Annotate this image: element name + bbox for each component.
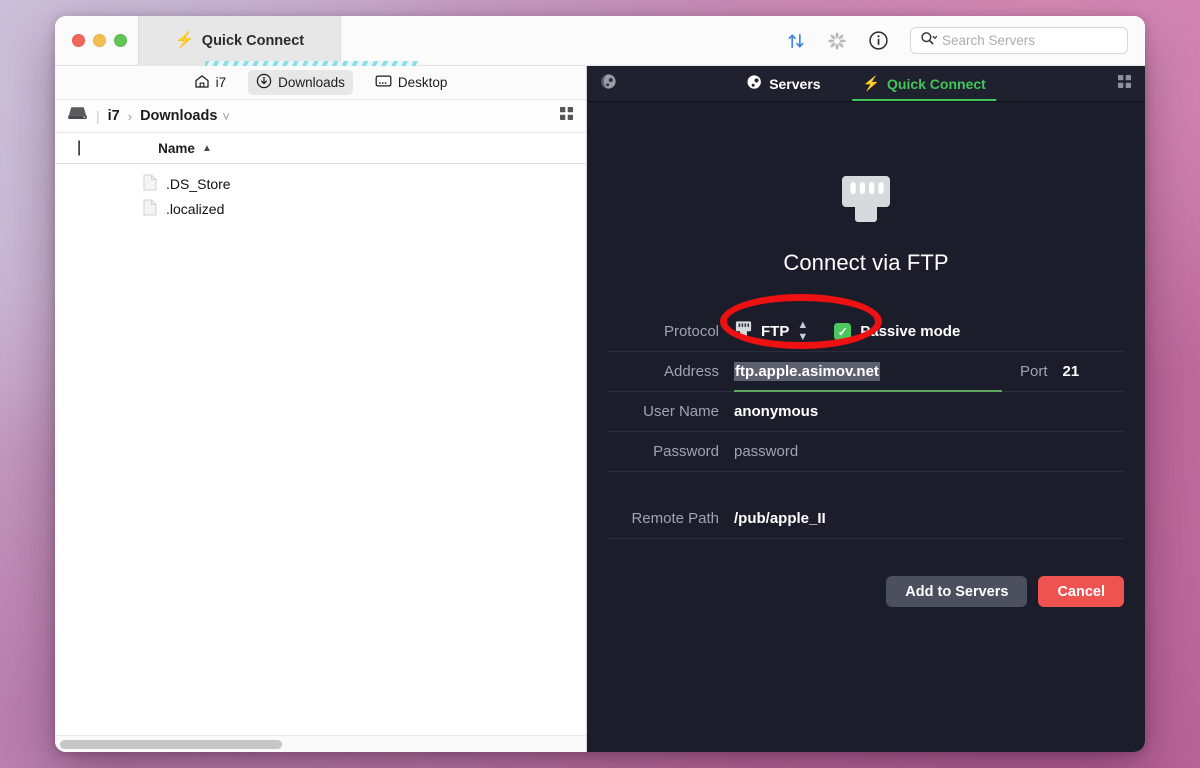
- stepper-updown-icon[interactable]: ▲ ▼: [797, 320, 808, 343]
- window-body: i7 Downloads Desktop | i7 › Downloads ˅ …: [55, 66, 1145, 752]
- breadcrumb: | i7 › Downloads ˅: [55, 100, 586, 133]
- close-button[interactable]: [72, 34, 85, 47]
- favorite-item-downloads[interactable]: Downloads: [248, 70, 353, 95]
- tab-label: Quick Connect: [887, 75, 986, 92]
- page-title: Connect via FTP: [783, 250, 949, 275]
- address-wrapper: ftp.apple.asimov.net Port 21: [734, 352, 1124, 392]
- breadcrumb-current[interactable]: Downloads ˅: [140, 108, 230, 124]
- add-to-servers-button[interactable]: Add to Servers: [886, 576, 1028, 607]
- tab-quick-connect[interactable]: ⚡ Quick Connect: [852, 66, 997, 102]
- favorite-label: i7: [215, 75, 227, 90]
- address-input[interactable]: ftp.apple.asimov.net: [734, 352, 1002, 392]
- ethernet-jack-icon: [734, 320, 753, 343]
- form-spacer: [608, 472, 1124, 499]
- checkbox-checked-icon: ✓: [834, 323, 852, 340]
- favorite-label: Downloads: [278, 75, 345, 90]
- protocol-dropdown[interactable]: FTP ▲ ▼: [734, 320, 808, 343]
- download-circle-icon: [256, 73, 272, 92]
- form-buttons: Add to Servers Cancel: [608, 576, 1124, 607]
- username-label: User Name: [643, 403, 719, 420]
- column-divider: |: [77, 139, 82, 156]
- protocol-label: Protocol: [663, 323, 719, 340]
- form-row-password: Password password: [608, 432, 1124, 472]
- remote-tabs: Servers ⚡ Quick Connect: [736, 66, 997, 102]
- username-input[interactable]: anonymous: [734, 403, 818, 420]
- favorite-item-desktop[interactable]: Desktop: [367, 71, 456, 94]
- tab-servers[interactable]: Servers: [736, 66, 830, 102]
- list-item[interactable]: .localized: [55, 196, 586, 221]
- list-item[interactable]: .DS_Store: [55, 171, 586, 196]
- address-label: Address: [663, 363, 719, 380]
- passive-mode-checkbox[interactable]: ✓ Passive mode: [834, 323, 960, 340]
- file-name: .localized: [166, 200, 225, 217]
- remote-path-label: Remote Path: [631, 510, 719, 527]
- breadcrumb-root[interactable]: i7: [108, 108, 120, 124]
- quick-connect-pane: Connect via FTP Protocol FTP ▲ ▼ ✓ Passi…: [587, 102, 1145, 752]
- minimize-button[interactable]: [93, 34, 106, 47]
- cancel-button[interactable]: Cancel: [1038, 576, 1124, 607]
- caret-up-icon[interactable]: ▲: [202, 143, 212, 154]
- transfer-arrows-icon[interactable]: [786, 31, 806, 51]
- form-row-address: Address ftp.apple.asimov.net Port 21: [608, 352, 1124, 392]
- remote-path-input[interactable]: /pub/apple_II: [734, 510, 826, 527]
- file-list[interactable]: .DS_Store .localized: [55, 164, 586, 752]
- password-input[interactable]: password: [734, 443, 798, 460]
- protocol-value: FTP: [761, 323, 790, 340]
- remote-panel: Servers ⚡ Quick Connect Connect via FTP …: [587, 66, 1145, 752]
- search-placeholder: Search Servers: [942, 33, 1036, 48]
- column-header-name[interactable]: Name: [158, 141, 195, 156]
- spinner-icon[interactable]: [827, 31, 847, 51]
- quick-connect-form: Protocol FTP ▲ ▼ ✓ Passive mode Address …: [608, 294, 1124, 607]
- file-icon: [143, 174, 157, 194]
- globe-icon[interactable]: [600, 73, 617, 95]
- password-label: Password: [653, 443, 719, 460]
- hard-drive-icon: [67, 105, 88, 127]
- search-icon: [920, 31, 938, 51]
- desktop-icon: [375, 74, 392, 91]
- form-row-protocol: Protocol FTP ▲ ▼ ✓ Passive mode: [608, 312, 1124, 352]
- tab-label: Servers: [769, 75, 821, 92]
- passive-mode-label: Passive mode: [860, 323, 961, 340]
- favorite-item-i7[interactable]: i7: [186, 71, 235, 95]
- scrollbar-thumb[interactable]: [60, 740, 282, 749]
- ethernet-jack-icon: [836, 172, 896, 233]
- file-icon: [143, 199, 157, 219]
- zoom-button[interactable]: [114, 34, 127, 47]
- grid-view-icon[interactable]: [559, 106, 574, 126]
- form-row-username: User Name anonymous: [608, 392, 1124, 432]
- window-titlebar: ⚡ Quick Connect Search Servers: [55, 16, 1145, 66]
- file-column-header: | Name ▲: [55, 133, 586, 164]
- breadcrumb-separator-icon: ›: [127, 108, 133, 124]
- favorite-label: Desktop: [397, 75, 448, 90]
- home-icon: [194, 74, 210, 92]
- grid-view-icon[interactable]: [1117, 74, 1132, 94]
- remote-tabbar: Servers ⚡ Quick Connect: [587, 66, 1145, 102]
- info-circle-icon[interactable]: [868, 30, 889, 51]
- bolt-icon: ⚡: [174, 31, 195, 49]
- horizontal-scrollbar[interactable]: [55, 735, 586, 752]
- favorites-bar: i7 Downloads Desktop: [55, 66, 586, 100]
- local-file-panel: i7 Downloads Desktop | i7 › Downloads ˅ …: [55, 66, 587, 752]
- form-row-remote-path: Remote Path /pub/apple_II: [608, 499, 1124, 539]
- search-input[interactable]: Search Servers: [910, 27, 1128, 54]
- window-tabstrip: ⚡ Quick Connect: [138, 16, 341, 66]
- address-value: ftp.apple.asimov.net: [734, 362, 880, 381]
- window-tab-quick-connect[interactable]: ⚡ Quick Connect: [138, 16, 341, 66]
- port-input[interactable]: 21: [1063, 363, 1080, 380]
- titlebar-toolbar: Search Servers: [786, 27, 1145, 54]
- file-name: .DS_Store: [166, 175, 231, 192]
- bolt-icon: ⚡: [862, 75, 881, 91]
- chevron-down-icon[interactable]: ˅: [222, 109, 230, 124]
- app-window: ⚡ Quick Connect Search Servers i7 Downlo…: [55, 16, 1145, 752]
- breadcrumb-divider: |: [96, 108, 100, 124]
- window-tab-label: Quick Connect: [201, 32, 305, 49]
- port-label: Port: [1020, 363, 1048, 380]
- desktop-background: ⚡ Quick Connect Search Servers i7 Downlo…: [0, 0, 1200, 768]
- globe-icon: [746, 74, 762, 93]
- traffic-lights: [55, 34, 127, 47]
